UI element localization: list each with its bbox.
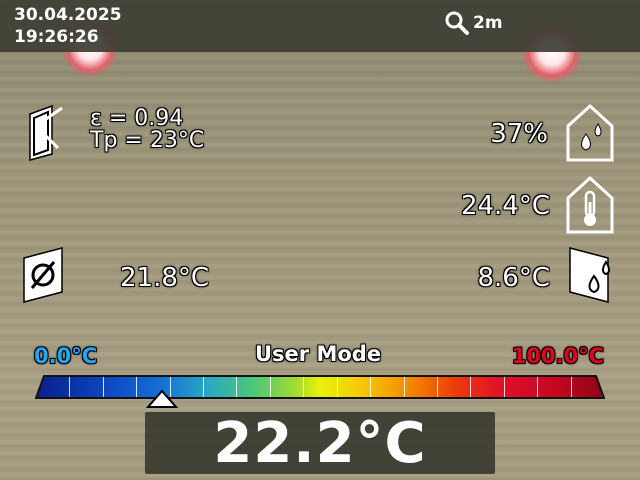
scale-max: 100.0°C <box>511 344 604 368</box>
time-text: 19:26:26 <box>14 27 99 47</box>
surface-temp-value: 21.8°C <box>120 263 210 293</box>
thermometer-icon <box>566 176 614 234</box>
emissivity-block: ε = 0.94 Tp = 23°C <box>90 108 204 152</box>
scale-tick <box>102 376 104 398</box>
humidity-value: 37% <box>490 119 548 149</box>
scale-marker-icon <box>146 389 179 408</box>
scale-tick <box>537 376 539 398</box>
surface-temp-icon <box>23 247 63 303</box>
scale-tick <box>203 376 205 398</box>
dew-point-icon <box>569 247 610 303</box>
emissivity-icon <box>29 104 63 161</box>
scale-tick <box>69 376 71 398</box>
date-text: 30.04.2025 <box>14 5 122 25</box>
scale-tick <box>470 376 472 398</box>
scale-tick <box>136 376 138 398</box>
distance-text: 2m <box>473 13 503 33</box>
scale-tick <box>236 376 238 398</box>
scale-tick <box>303 376 305 398</box>
magnifier-icon <box>445 11 469 35</box>
datetime: 30.04.2025 19:26:26 <box>14 4 122 48</box>
main-reading-panel: 22.2°C <box>145 412 495 474</box>
color-scale-bar <box>36 376 604 398</box>
main-reading-value: 22.2°C <box>213 411 427 476</box>
scale-tick <box>269 376 271 398</box>
ambient-temp-value: 24.4°C <box>460 191 550 221</box>
dew-point-value: 8.6°C <box>477 263 550 293</box>
status-bar: 30.04.2025 19:26:26 2m <box>0 0 640 52</box>
scale-tick <box>336 376 338 398</box>
humidity-icon <box>566 104 614 162</box>
mode-label: User Mode <box>255 342 382 366</box>
scale-tick <box>503 376 505 398</box>
scale-tick <box>570 376 572 398</box>
scale-tick <box>370 376 372 398</box>
distance-indicator: 2m <box>444 10 503 36</box>
scale-min: 0.0°C <box>34 344 98 368</box>
reflected-temp-value: Tp = 23°C <box>90 128 205 153</box>
scale-tick <box>436 376 438 398</box>
scale-tick <box>403 376 405 398</box>
emissivity-value: ε = 0.94 <box>90 106 184 131</box>
